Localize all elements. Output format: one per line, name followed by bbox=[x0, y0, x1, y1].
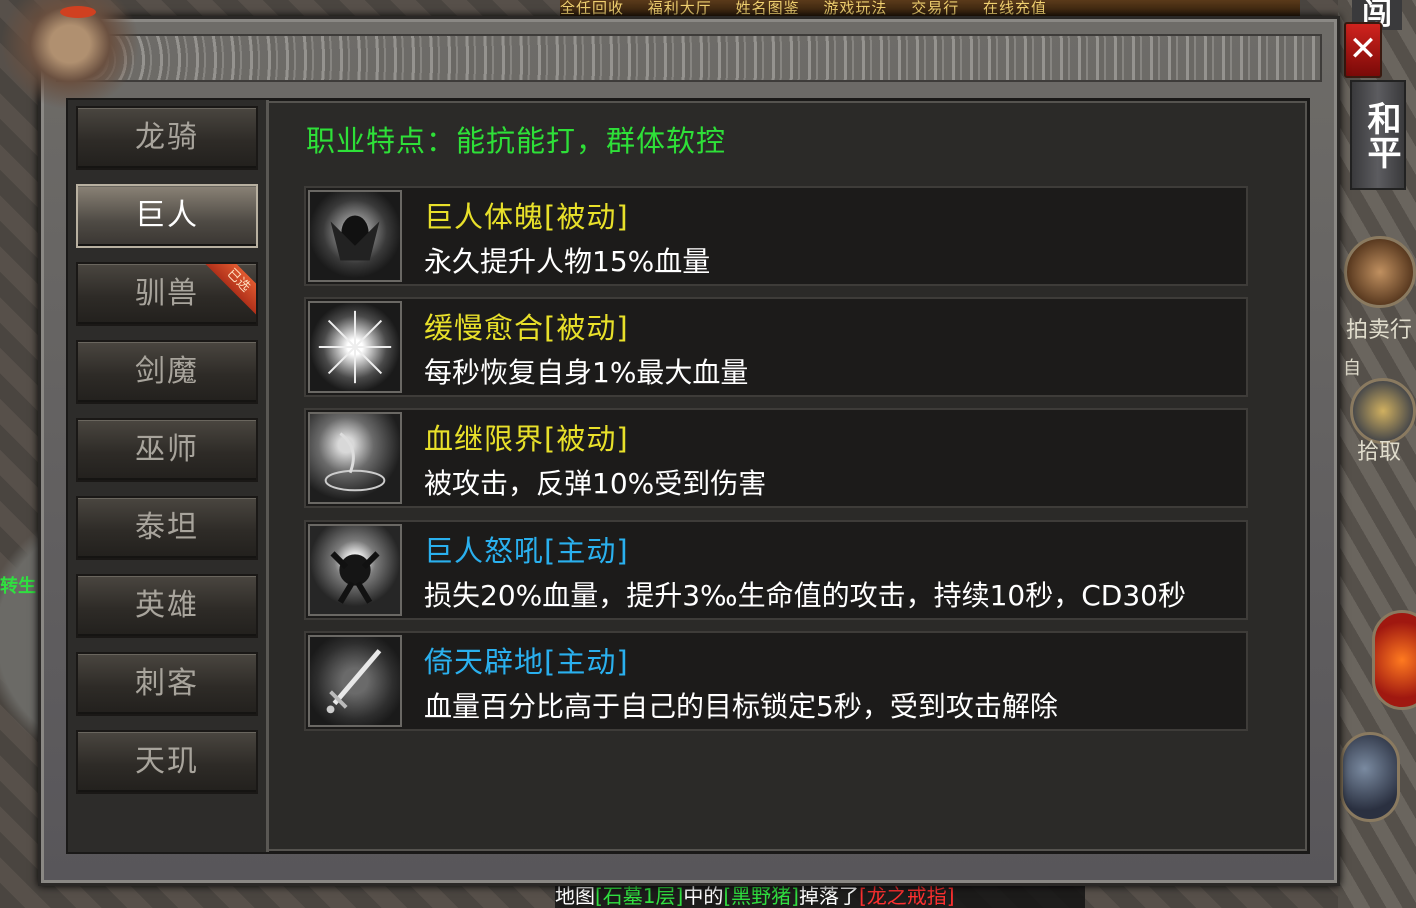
giant-roar-icon bbox=[308, 524, 402, 616]
top-menu-item[interactable]: 福利大厅 bbox=[648, 0, 712, 16]
peace-mode-button[interactable]: 和平 bbox=[1350, 80, 1406, 190]
skill-name: 倚天辟地[主动] bbox=[424, 645, 629, 679]
skill-description: 被攻击，反弹10%受到伤害 bbox=[424, 467, 767, 500]
top-menu-item[interactable]: 游戏玩法 bbox=[823, 0, 887, 16]
skill-row[interactable]: 巨人怒吼[主动] 损失20%血量，提升3‰生命值的攻击，持续10秒，CD30秒 bbox=[304, 520, 1248, 620]
sword-strike-icon bbox=[308, 635, 402, 727]
fire-skill-icon[interactable] bbox=[1372, 610, 1416, 710]
tab-wushi[interactable]: 巫师 bbox=[76, 418, 258, 482]
skill-row[interactable]: 血继限界[被动] 被攻击，反弹10%受到伤害 bbox=[304, 408, 1248, 508]
chat-map-link[interactable]: [石墓1层] bbox=[595, 884, 683, 908]
dragon-corner-icon bbox=[0, 0, 140, 110]
skill-row[interactable]: 缓慢愈合[被动] 每秒恢复自身1%最大血量 bbox=[304, 297, 1248, 397]
skill-row[interactable]: 巨人体魄[被动] 永久提升人物15%血量 bbox=[304, 186, 1248, 286]
skill-description: 血量百分比高于自己的目标锁定5秒，受到攻击解除 bbox=[424, 690, 1058, 723]
top-menu-item[interactable]: 在线充值 bbox=[983, 0, 1047, 16]
window-title-ornament bbox=[56, 34, 1322, 82]
auction-label[interactable]: 拍卖行 bbox=[1342, 312, 1416, 344]
class-feature-text: 职业特点：能抗能打，群体软控 bbox=[306, 124, 727, 158]
top-menu-item[interactable]: 姓名图鉴 bbox=[736, 0, 800, 16]
chat-monster-link[interactable]: [黑野猪] bbox=[723, 884, 799, 908]
system-chat-line: 地图[石墓1层]中的[黑野猪]掉落了[龙之戒指] bbox=[555, 884, 1085, 908]
tab-tianji[interactable]: 天玑 bbox=[76, 730, 258, 794]
top-menu-item[interactable]: 全任回收 bbox=[560, 0, 624, 16]
auto-label: 自 bbox=[1343, 358, 1361, 379]
selected-ribbon: 已选 bbox=[201, 264, 256, 318]
rebirth-label: 转生 bbox=[0, 576, 36, 597]
class-tab-list: 龙骑 巨人 驯兽 已选 剑魔 巫师 泰坦 英雄 刺客 天玑 bbox=[68, 100, 269, 852]
tab-taitan[interactable]: 泰坦 bbox=[76, 496, 258, 560]
tab-xunshou[interactable]: 驯兽 已选 bbox=[76, 262, 258, 326]
tab-longqi[interactable]: 龙骑 bbox=[76, 106, 258, 170]
pickup-label[interactable]: 拾取 bbox=[1342, 434, 1416, 466]
tab-juren[interactable]: 巨人 bbox=[76, 184, 258, 248]
close-button[interactable]: ✕ bbox=[1344, 22, 1382, 78]
skill-description: 每秒恢复自身1%最大血量 bbox=[424, 356, 749, 389]
auction-book-icon[interactable] bbox=[1344, 236, 1416, 308]
skill-description: 损失20%血量，提升3‰生命值的攻击，持续10秒，CD30秒 bbox=[424, 579, 1186, 612]
slow-heal-icon bbox=[308, 301, 402, 393]
tab-jianmo[interactable]: 剑魔 bbox=[76, 340, 258, 404]
chat-item-link[interactable]: [龙之戒指] bbox=[859, 884, 955, 908]
tab-yingxiong[interactable]: 英雄 bbox=[76, 574, 258, 638]
mount-skill-icon[interactable] bbox=[1340, 732, 1400, 822]
skill-name: 巨人体魄[被动] bbox=[424, 200, 629, 234]
blood-limit-icon bbox=[308, 412, 402, 504]
skill-description: 永久提升人物15%血量 bbox=[424, 245, 711, 278]
skill-name: 血继限界[被动] bbox=[424, 422, 629, 456]
skill-row[interactable]: 倚天辟地[主动] 血量百分比高于自己的目标锁定5秒，受到攻击解除 bbox=[304, 631, 1248, 731]
giant-body-icon bbox=[308, 190, 402, 282]
skill-name: 缓慢愈合[被动] bbox=[424, 311, 629, 345]
tab-cike[interactable]: 刺客 bbox=[76, 652, 258, 716]
skill-name: 巨人怒吼[主动] bbox=[424, 534, 629, 568]
top-menu-item[interactable]: 交易行 bbox=[911, 0, 959, 16]
